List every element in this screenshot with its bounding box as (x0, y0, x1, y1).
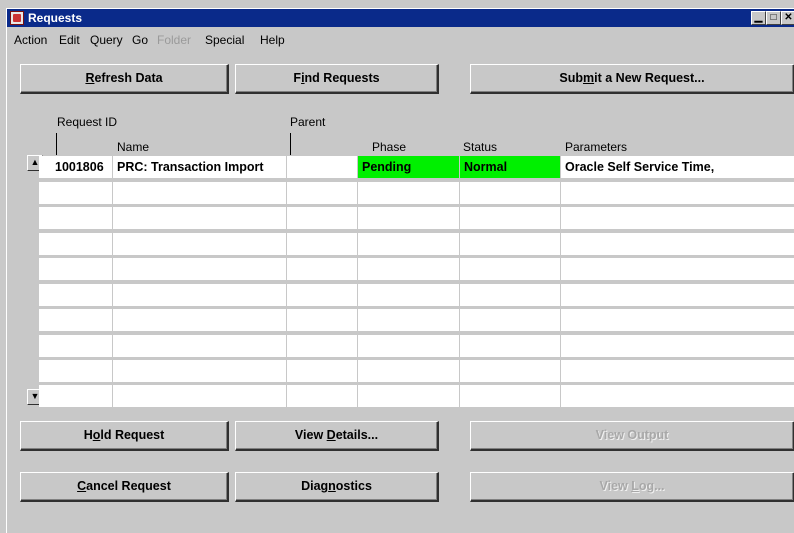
hold-request-button[interactable]: Hold Request (20, 421, 229, 451)
cell-parameters[interactable]: Oracle Self Service Time, (561, 156, 794, 178)
table-row[interactable] (39, 309, 794, 331)
requests-window: Requests ▁ □ ✕ Action Edit Query Go Fold… (6, 8, 794, 533)
submit-mnemonic: m (583, 71, 595, 85)
menu-go[interactable]: Go (132, 33, 148, 47)
diag-label-b: ostics (335, 479, 372, 493)
cell-status[interactable]: Normal (460, 156, 561, 178)
submit-new-request-button[interactable]: Submit a New Request... (470, 64, 794, 94)
table-row[interactable] (39, 258, 794, 280)
header-request-id: Request ID (57, 115, 118, 129)
view-output-button: View Output (470, 421, 794, 451)
menu-action[interactable]: Action (14, 33, 47, 47)
window-title: Requests (28, 11, 83, 25)
menu-special[interactable]: Special (205, 33, 244, 47)
menu-help[interactable]: Help (260, 33, 285, 47)
title-bar: Requests ▁ □ ✕ (7, 9, 794, 27)
submit-label-a: Sub (559, 71, 584, 85)
refresh-data-button[interactable]: Refresh Data (20, 64, 229, 94)
close-button[interactable]: ✕ (781, 11, 794, 25)
log-label-b: og... (638, 479, 665, 493)
details-label-a: View (294, 428, 327, 442)
menu-edit[interactable]: Edit (59, 33, 80, 47)
table-row[interactable] (39, 385, 794, 407)
table-row[interactable] (39, 335, 794, 357)
header-parent: Parent (290, 115, 326, 129)
diagnostics-button[interactable]: Diagnostics (235, 472, 439, 502)
cancel-mnemonic: C (77, 479, 87, 493)
cell-name[interactable]: PRC: Transaction Import (113, 156, 287, 178)
table-row[interactable] (39, 360, 794, 382)
header-name: Name (117, 140, 150, 154)
submit-label-b: it a New Request... (594, 71, 705, 85)
table-row[interactable] (39, 207, 794, 229)
hold-label-b: ld Request (100, 428, 165, 442)
maximize-button[interactable]: □ (766, 11, 781, 25)
menu-query[interactable]: Query (90, 33, 123, 47)
header-parameters: Parameters (565, 140, 628, 154)
hold-label-a: H (83, 428, 93, 442)
requests-table: 1001806 PRC: Transaction Import Pending … (39, 155, 794, 407)
header-divider (290, 133, 291, 155)
menu-bar: Action Edit Query Go Folder Special Help (7, 29, 794, 49)
minimize-button[interactable]: ▁ (751, 11, 766, 25)
find-label-a: F (293, 71, 302, 85)
cell-request-id[interactable]: 1001806 (53, 156, 113, 178)
diag-mnemonic: n (328, 479, 336, 493)
table-row[interactable] (39, 284, 794, 306)
table-row[interactable] (39, 233, 794, 255)
cancel-label: ancel Request (86, 479, 171, 493)
cell-phase[interactable]: Pending (358, 156, 460, 178)
header-status: Status (463, 140, 498, 154)
refresh-label: efresh Data (94, 71, 163, 85)
diag-label-a: Diag (301, 479, 329, 493)
menu-folder: Folder (157, 33, 192, 47)
details-mnemonic: D (326, 428, 336, 442)
details-label-b: etails... (335, 428, 379, 442)
app-icon (10, 11, 24, 25)
header-divider (56, 133, 57, 155)
log-label-a: View (599, 479, 632, 493)
table-row[interactable] (39, 182, 794, 204)
log-mnemonic: L (631, 479, 639, 493)
header-phase: Phase (372, 140, 407, 154)
view-details-button[interactable]: View Details... (235, 421, 439, 451)
cancel-request-button[interactable]: Cancel Request (20, 472, 229, 502)
find-requests-button[interactable]: Find Requests (235, 64, 439, 94)
table-row[interactable]: 1001806 PRC: Transaction Import Pending … (39, 156, 794, 178)
find-label-b: nd Requests (304, 71, 380, 85)
cell-parent[interactable] (287, 156, 358, 178)
view-log-button: View Log... (470, 472, 794, 502)
